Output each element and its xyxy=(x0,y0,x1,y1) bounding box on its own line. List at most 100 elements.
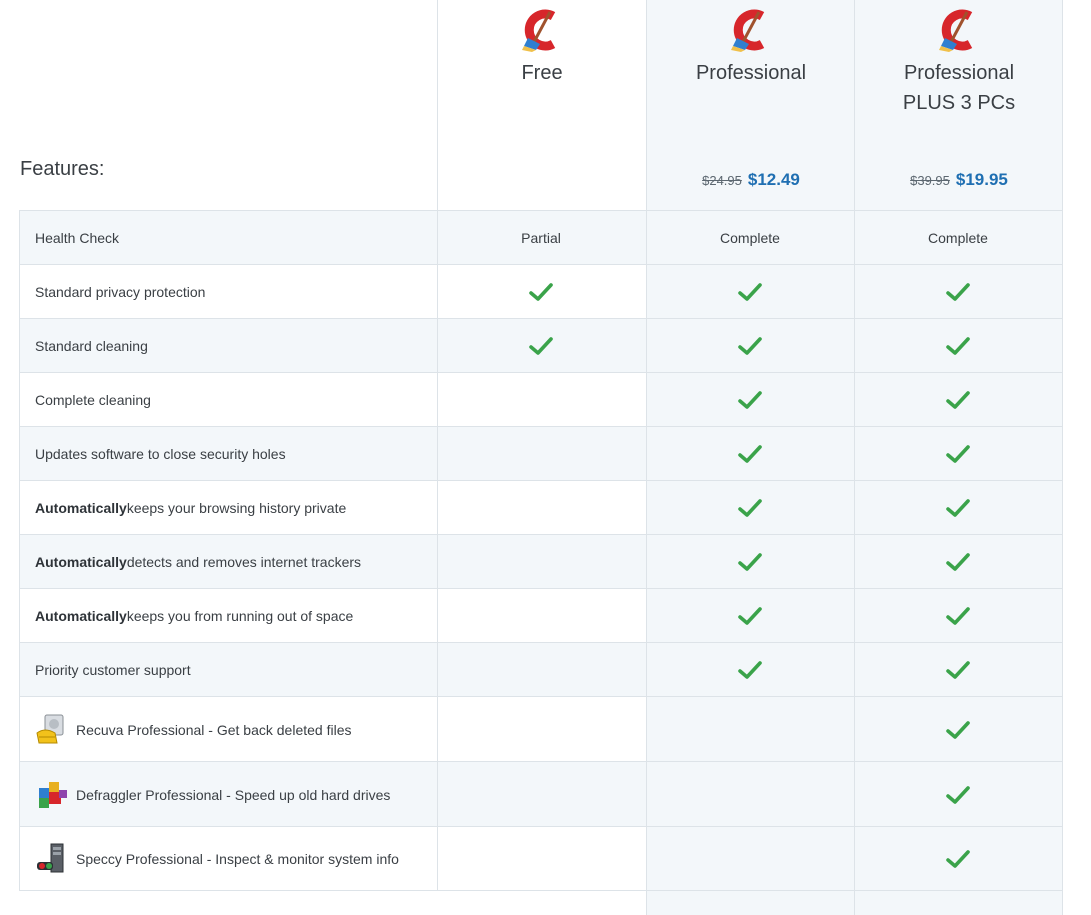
feature-cell-free xyxy=(437,319,645,373)
defraggler-icon xyxy=(39,781,67,808)
row-divider xyxy=(19,372,1062,373)
price: $24.95 $12.49 xyxy=(647,170,855,190)
feature-cell-plus xyxy=(854,589,1062,643)
feature-cell-pro xyxy=(646,481,854,535)
feature-cell-plus xyxy=(854,697,1062,762)
checkmark-icon xyxy=(529,337,553,355)
checkmark-icon xyxy=(529,283,553,301)
checkmark-icon xyxy=(738,445,762,463)
table-row: Defraggler Professional - Speed up old h… xyxy=(19,762,1062,827)
table-row: Automatically keeps you from running out… xyxy=(19,589,1062,643)
feature-cell-free xyxy=(437,265,645,319)
table-row: Standard cleaning xyxy=(19,319,1062,373)
current-price: $19.95 xyxy=(955,170,1008,189)
row-divider xyxy=(19,642,1062,643)
column-divider xyxy=(854,0,855,915)
feature-cell-plus xyxy=(854,373,1062,427)
feature-label-text: Complete cleaning xyxy=(35,392,151,408)
checkmark-icon xyxy=(946,720,970,739)
feature-label: Standard cleaning xyxy=(35,319,148,373)
row-divider xyxy=(19,696,1062,697)
price: $39.95 $19.95 xyxy=(855,170,1063,190)
plan-name: Free xyxy=(521,62,563,84)
row-divider xyxy=(19,826,1062,827)
features-title: Features: xyxy=(20,158,105,180)
feature-cell-pro xyxy=(646,535,854,589)
feature-cell-plus xyxy=(854,643,1062,697)
feature-label: Complete cleaning xyxy=(35,373,151,427)
feature-cell-plus: Complete xyxy=(854,211,1062,265)
feature-cell-free xyxy=(437,427,645,481)
feature-cell-free xyxy=(437,589,645,643)
feature-cell-pro xyxy=(646,373,854,427)
feature-value: Complete xyxy=(720,230,780,246)
feature-label: Updates software to close security holes xyxy=(35,427,286,481)
checkmark-icon xyxy=(738,661,762,679)
feature-value: Complete xyxy=(928,230,988,246)
recuva-icon xyxy=(36,714,64,743)
row-divider xyxy=(19,426,1062,427)
feature-label-text: Priority customer support xyxy=(35,662,191,678)
ccleaner-logo-icon xyxy=(522,9,556,52)
speccy-icon xyxy=(37,843,64,873)
feature-label-emphasis: Automatically xyxy=(35,608,127,624)
feature-label-text: Speccy Professional - Inspect & monitor … xyxy=(76,851,399,867)
feature-label: Health Check xyxy=(35,211,119,265)
plan-free-header: Free xyxy=(438,0,646,210)
row-divider xyxy=(19,588,1062,589)
feature-cell-pro xyxy=(646,319,854,373)
table-row: Automatically detects and removes intern… xyxy=(19,535,1062,589)
feature-cell-free xyxy=(437,373,645,427)
table-row: Automatically keeps your browsing histor… xyxy=(19,481,1062,535)
feature-label: Defraggler Professional - Speed up old h… xyxy=(35,762,390,827)
feature-label-emphasis: Automatically xyxy=(35,554,127,570)
checkmark-icon xyxy=(946,283,970,301)
feature-cell-plus xyxy=(854,535,1062,589)
column-divider xyxy=(437,0,438,891)
feature-cell-pro xyxy=(646,827,854,891)
feature-cell-pro xyxy=(646,427,854,481)
table-border xyxy=(19,210,20,891)
checkmark-icon xyxy=(946,785,970,804)
plan-name: Professional PLUS 3 PCs xyxy=(902,62,1016,114)
feature-label: Automatically keeps your browsing histor… xyxy=(35,481,346,535)
feature-cell-pro xyxy=(646,643,854,697)
feature-label-text: keeps your browsing history private xyxy=(126,500,347,516)
plan-plus-header: Professional PLUS 3 PCs $39.95 $19.95 xyxy=(855,0,1063,210)
feature-value: Partial xyxy=(521,230,561,246)
plan-professional-header: Professional $24.95 $12.49 xyxy=(647,0,855,210)
checkmark-icon xyxy=(946,499,970,517)
table-bottom-border xyxy=(19,890,1062,891)
feature-label-text: detects and removes internet trackers xyxy=(126,554,362,570)
feature-cell-pro xyxy=(646,265,854,319)
old-price: $24.95 xyxy=(702,173,742,188)
table-row: Recuva Professional - Get back deleted f… xyxy=(19,697,1062,762)
old-price: $39.95 xyxy=(910,173,950,188)
checkmark-icon xyxy=(946,850,970,868)
feature-label-text: Standard cleaning xyxy=(35,338,148,354)
feature-label-emphasis: Automatically xyxy=(35,500,127,516)
checkmark-icon xyxy=(946,661,970,679)
feature-label-text: Standard privacy protection xyxy=(35,284,206,300)
feature-label-text: Recuva Professional - Get back deleted f… xyxy=(76,721,352,738)
table-row: Speccy Professional - Inspect & monitor … xyxy=(19,827,1062,891)
feature-cell-free xyxy=(437,535,645,589)
column-divider xyxy=(1062,0,1063,915)
table-row: Priority customer support xyxy=(19,643,1062,697)
feature-cell-plus xyxy=(854,762,1062,827)
checkmark-icon xyxy=(738,499,762,517)
checkmark-icon xyxy=(738,553,762,571)
feature-cell-free xyxy=(437,827,645,891)
feature-label-text: Defraggler Professional - Speed up old h… xyxy=(76,786,391,803)
feature-cell-free xyxy=(437,481,645,535)
feature-cell-free xyxy=(437,697,645,762)
table-row: Health Check Partial Complete Complete xyxy=(19,211,1062,265)
table-row: Complete cleaning xyxy=(19,373,1062,427)
feature-cell-pro xyxy=(646,762,854,827)
row-divider xyxy=(19,534,1062,535)
feature-cell-free xyxy=(437,643,645,697)
feature-cell-plus xyxy=(854,827,1062,891)
feature-label-text: Health Check xyxy=(35,230,120,246)
feature-label-text: keeps you from running out of space xyxy=(126,608,354,624)
table-row: Updates software to close security holes xyxy=(19,427,1062,481)
